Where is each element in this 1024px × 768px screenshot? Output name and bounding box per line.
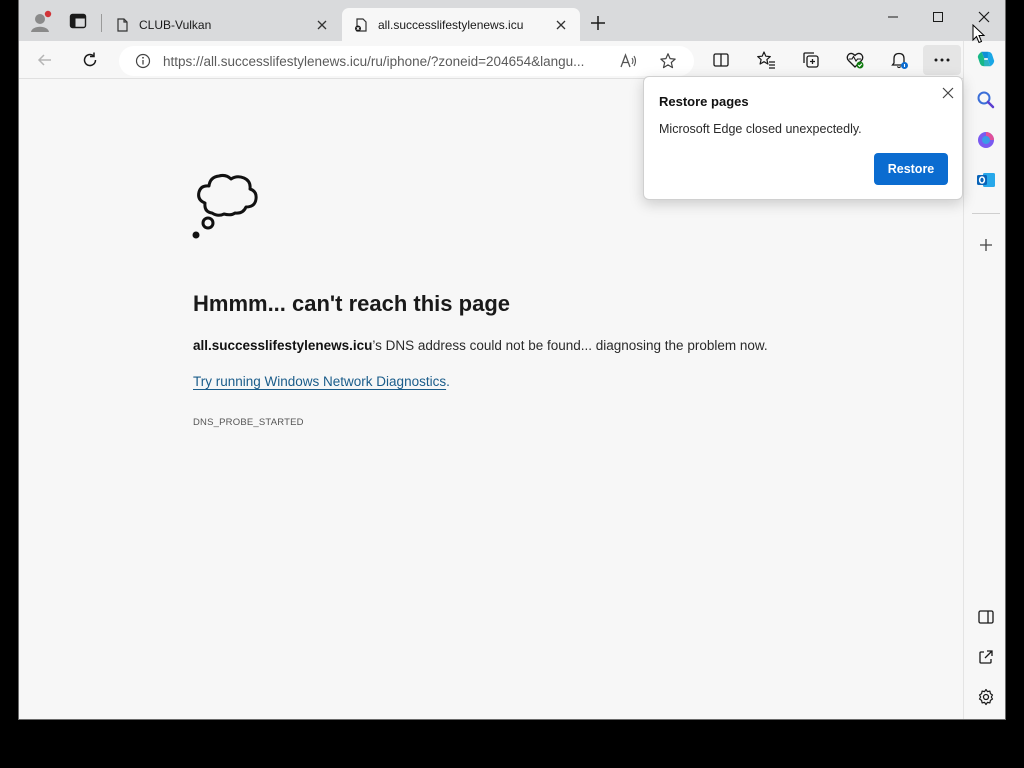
url-text[interactable]: https://all.successlifestylenews.icu/ru/… [163, 54, 603, 69]
tab-actions-icon[interactable] [69, 13, 87, 29]
mouse-cursor-icon [972, 24, 986, 44]
more-icon[interactable] [923, 45, 961, 75]
popup-message: Microsoft Edge closed unexpectedly. [659, 122, 862, 136]
tab-separator [101, 14, 102, 32]
popup-title: Restore pages [659, 94, 749, 109]
search-icon[interactable] [976, 90, 996, 110]
read-aloud-icon[interactable] [619, 52, 637, 70]
restore-button[interactable]: Restore [874, 153, 948, 185]
error-title: Hmmm... can't reach this page [193, 291, 510, 316]
add-icon[interactable] [976, 235, 996, 255]
tab-label: CLUB-Vulkan [139, 17, 212, 32]
tab-label: all.successlifestylenews.icu [378, 17, 524, 32]
tab-club-vulkan[interactable]: CLUB-Vulkan [103, 8, 341, 41]
split-screen-icon[interactable] [711, 50, 731, 70]
address-bar[interactable]: https://all.successlifestylenews.icu/ru/… [119, 46, 694, 76]
diagnostics-line: Try running Windows Network Diagnostics. [193, 374, 450, 389]
error-code: DNS_PROBE_STARTED [193, 417, 304, 428]
restore-pages-popup: Restore pages Microsoft Edge closed unex… [643, 76, 963, 200]
new-tab-icon[interactable] [587, 12, 609, 34]
external-link-icon[interactable] [976, 647, 996, 667]
error-description: all.successlifestylenews.icu’s DNS addre… [193, 338, 768, 353]
tab-active-site[interactable]: all.successlifestylenews.icu [342, 8, 580, 41]
favorite-star-icon[interactable] [659, 52, 677, 70]
favorites-icon[interactable] [756, 50, 776, 70]
m365-icon[interactable] [976, 130, 996, 150]
profile-icon[interactable] [29, 10, 53, 34]
tab-bar: CLUB-Vulkan all.successlifestylenews.icu [19, 0, 1005, 41]
error-domain: all.successlifestylenews.icu [193, 338, 373, 353]
page-icon [115, 17, 129, 32]
sidebar [963, 41, 1005, 719]
info-icon[interactable] [135, 53, 151, 69]
link-suffix: . [446, 374, 450, 389]
copilot-icon[interactable] [976, 49, 996, 69]
notifications-icon[interactable] [889, 50, 909, 70]
back-icon[interactable] [35, 50, 55, 70]
outlook-icon[interactable] [976, 170, 996, 190]
network-diagnostics-link[interactable]: Try running Windows Network Diagnostics [193, 374, 446, 389]
refresh-icon[interactable] [80, 50, 100, 70]
settings-icon[interactable] [976, 687, 996, 707]
browser-essentials-icon[interactable] [845, 50, 865, 70]
collections-icon[interactable] [801, 50, 821, 70]
minimize-icon[interactable] [870, 6, 916, 28]
toolbar: https://all.successlifestylenews.icu/ru/… [19, 41, 1005, 79]
error-description-text: ’s DNS address could not be found... dia… [372, 338, 768, 353]
thought-cloud-icon [191, 167, 267, 243]
maximize-icon[interactable] [915, 6, 961, 28]
close-icon[interactable] [939, 84, 957, 102]
close-icon[interactable] [554, 18, 568, 32]
page-error-icon [354, 17, 368, 32]
sidebar-separator [972, 213, 1000, 214]
hide-sidebar-icon[interactable] [976, 607, 996, 627]
close-icon[interactable] [315, 18, 329, 32]
browser-window: CLUB-Vulkan all.successlifestylenews.icu [18, 0, 1006, 720]
